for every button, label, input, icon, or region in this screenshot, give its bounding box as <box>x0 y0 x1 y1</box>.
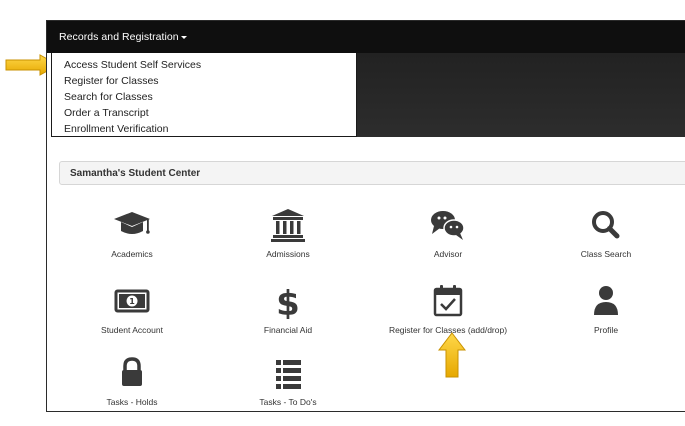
tile-label: Admissions <box>266 249 310 259</box>
tile-label: Financial Aid <box>263 325 313 335</box>
records-registration-menu[interactable]: Records and Registration <box>59 31 187 43</box>
institution-icon <box>271 209 305 242</box>
menu-item-order-transcript[interactable]: Order a Transcript <box>52 105 356 121</box>
tile-label: Class Search <box>580 249 632 259</box>
tile-class-search[interactable]: Class Search <box>521 207 685 259</box>
tile-tasks-holds[interactable]: Tasks - Holds <box>47 355 217 407</box>
money-bill-icon: 1 <box>114 289 150 313</box>
svg-text:1: 1 <box>129 297 135 306</box>
hero-banner <box>357 53 685 137</box>
dollar-sign-icon: $ <box>276 284 300 319</box>
tile-profile[interactable]: Profile <box>521 283 685 335</box>
svg-text:$: $ <box>276 284 300 319</box>
tile-academics[interactable]: Academics <box>47 207 217 259</box>
chat-bubbles-icon <box>431 211 465 240</box>
tile-label: Student Account <box>101 325 163 335</box>
student-center-title: Samantha's Student Center <box>70 168 201 179</box>
lock-icon <box>122 357 142 386</box>
menu-item-register-classes[interactable]: Register for Classes <box>52 73 356 89</box>
tile-label: Advisor <box>433 249 463 259</box>
menu-item-access-self-services[interactable]: Access Student Self Services <box>52 57 356 73</box>
highlight-arrow-up-icon <box>437 332 467 378</box>
caret-down-icon <box>180 35 187 39</box>
menu-item-search-classes[interactable]: Search for Classes <box>52 89 356 105</box>
records-registration-menu-label: Records and Registration <box>59 31 179 43</box>
calendar-check-icon <box>433 285 463 317</box>
records-dropdown-menu: Access Student Self Services Register fo… <box>51 53 357 137</box>
tile-label: Tasks - To Do's <box>259 397 317 407</box>
graduation-cap-icon <box>114 212 150 234</box>
tile-financial-aid[interactable]: $ Financial Aid <box>203 283 373 335</box>
user-icon <box>594 286 618 315</box>
tile-student-account[interactable]: 1 Student Account <box>47 283 217 335</box>
tile-label: Academics <box>111 249 153 259</box>
top-nav-bar: Records and Registration <box>47 21 685 53</box>
menu-item-enrollment-verification[interactable]: Enrollment Verification <box>52 121 356 137</box>
browser-frame: Records and Registration Access Student … <box>46 20 685 412</box>
tile-tasks-todos[interactable]: Tasks - To Do's <box>203 355 373 407</box>
tile-label: Tasks - Holds <box>106 397 158 407</box>
tile-admissions[interactable]: Admissions <box>203 207 373 259</box>
list-icon <box>276 360 301 389</box>
tile-register-classes[interactable]: Register for Classes (add/drop) <box>363 283 533 335</box>
tile-label: Profile <box>593 325 619 335</box>
search-icon <box>592 211 620 239</box>
student-center-header: Samantha's Student Center <box>59 161 685 185</box>
tile-advisor[interactable]: Advisor <box>363 207 533 259</box>
